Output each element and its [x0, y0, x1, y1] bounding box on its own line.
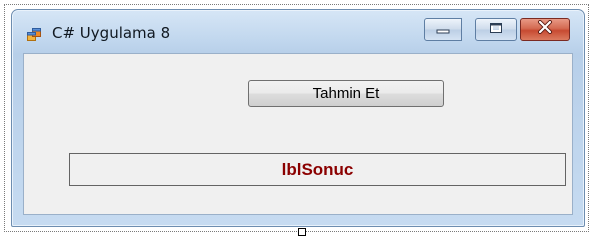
close-icon [537, 20, 553, 39]
maximize-icon [489, 21, 503, 39]
window-title: C# Uygulama 8 [52, 24, 171, 42]
tahmin-et-button[interactable]: Tahmin Et [248, 80, 444, 107]
close-button[interactable] [520, 18, 570, 41]
minimize-button[interactable] [424, 18, 462, 41]
form-window: C# Uygulama 8 Tahmin Et lblSonuc [11, 9, 585, 227]
resize-handle[interactable] [298, 228, 306, 236]
minimize-icon [436, 21, 450, 39]
maximize-button[interactable] [475, 18, 517, 41]
result-label-text: lblSonuc [281, 159, 354, 179]
form-client-area: Tahmin Et lblSonuc [23, 53, 573, 215]
app-icon [27, 28, 41, 42]
result-label: lblSonuc [69, 153, 566, 186]
